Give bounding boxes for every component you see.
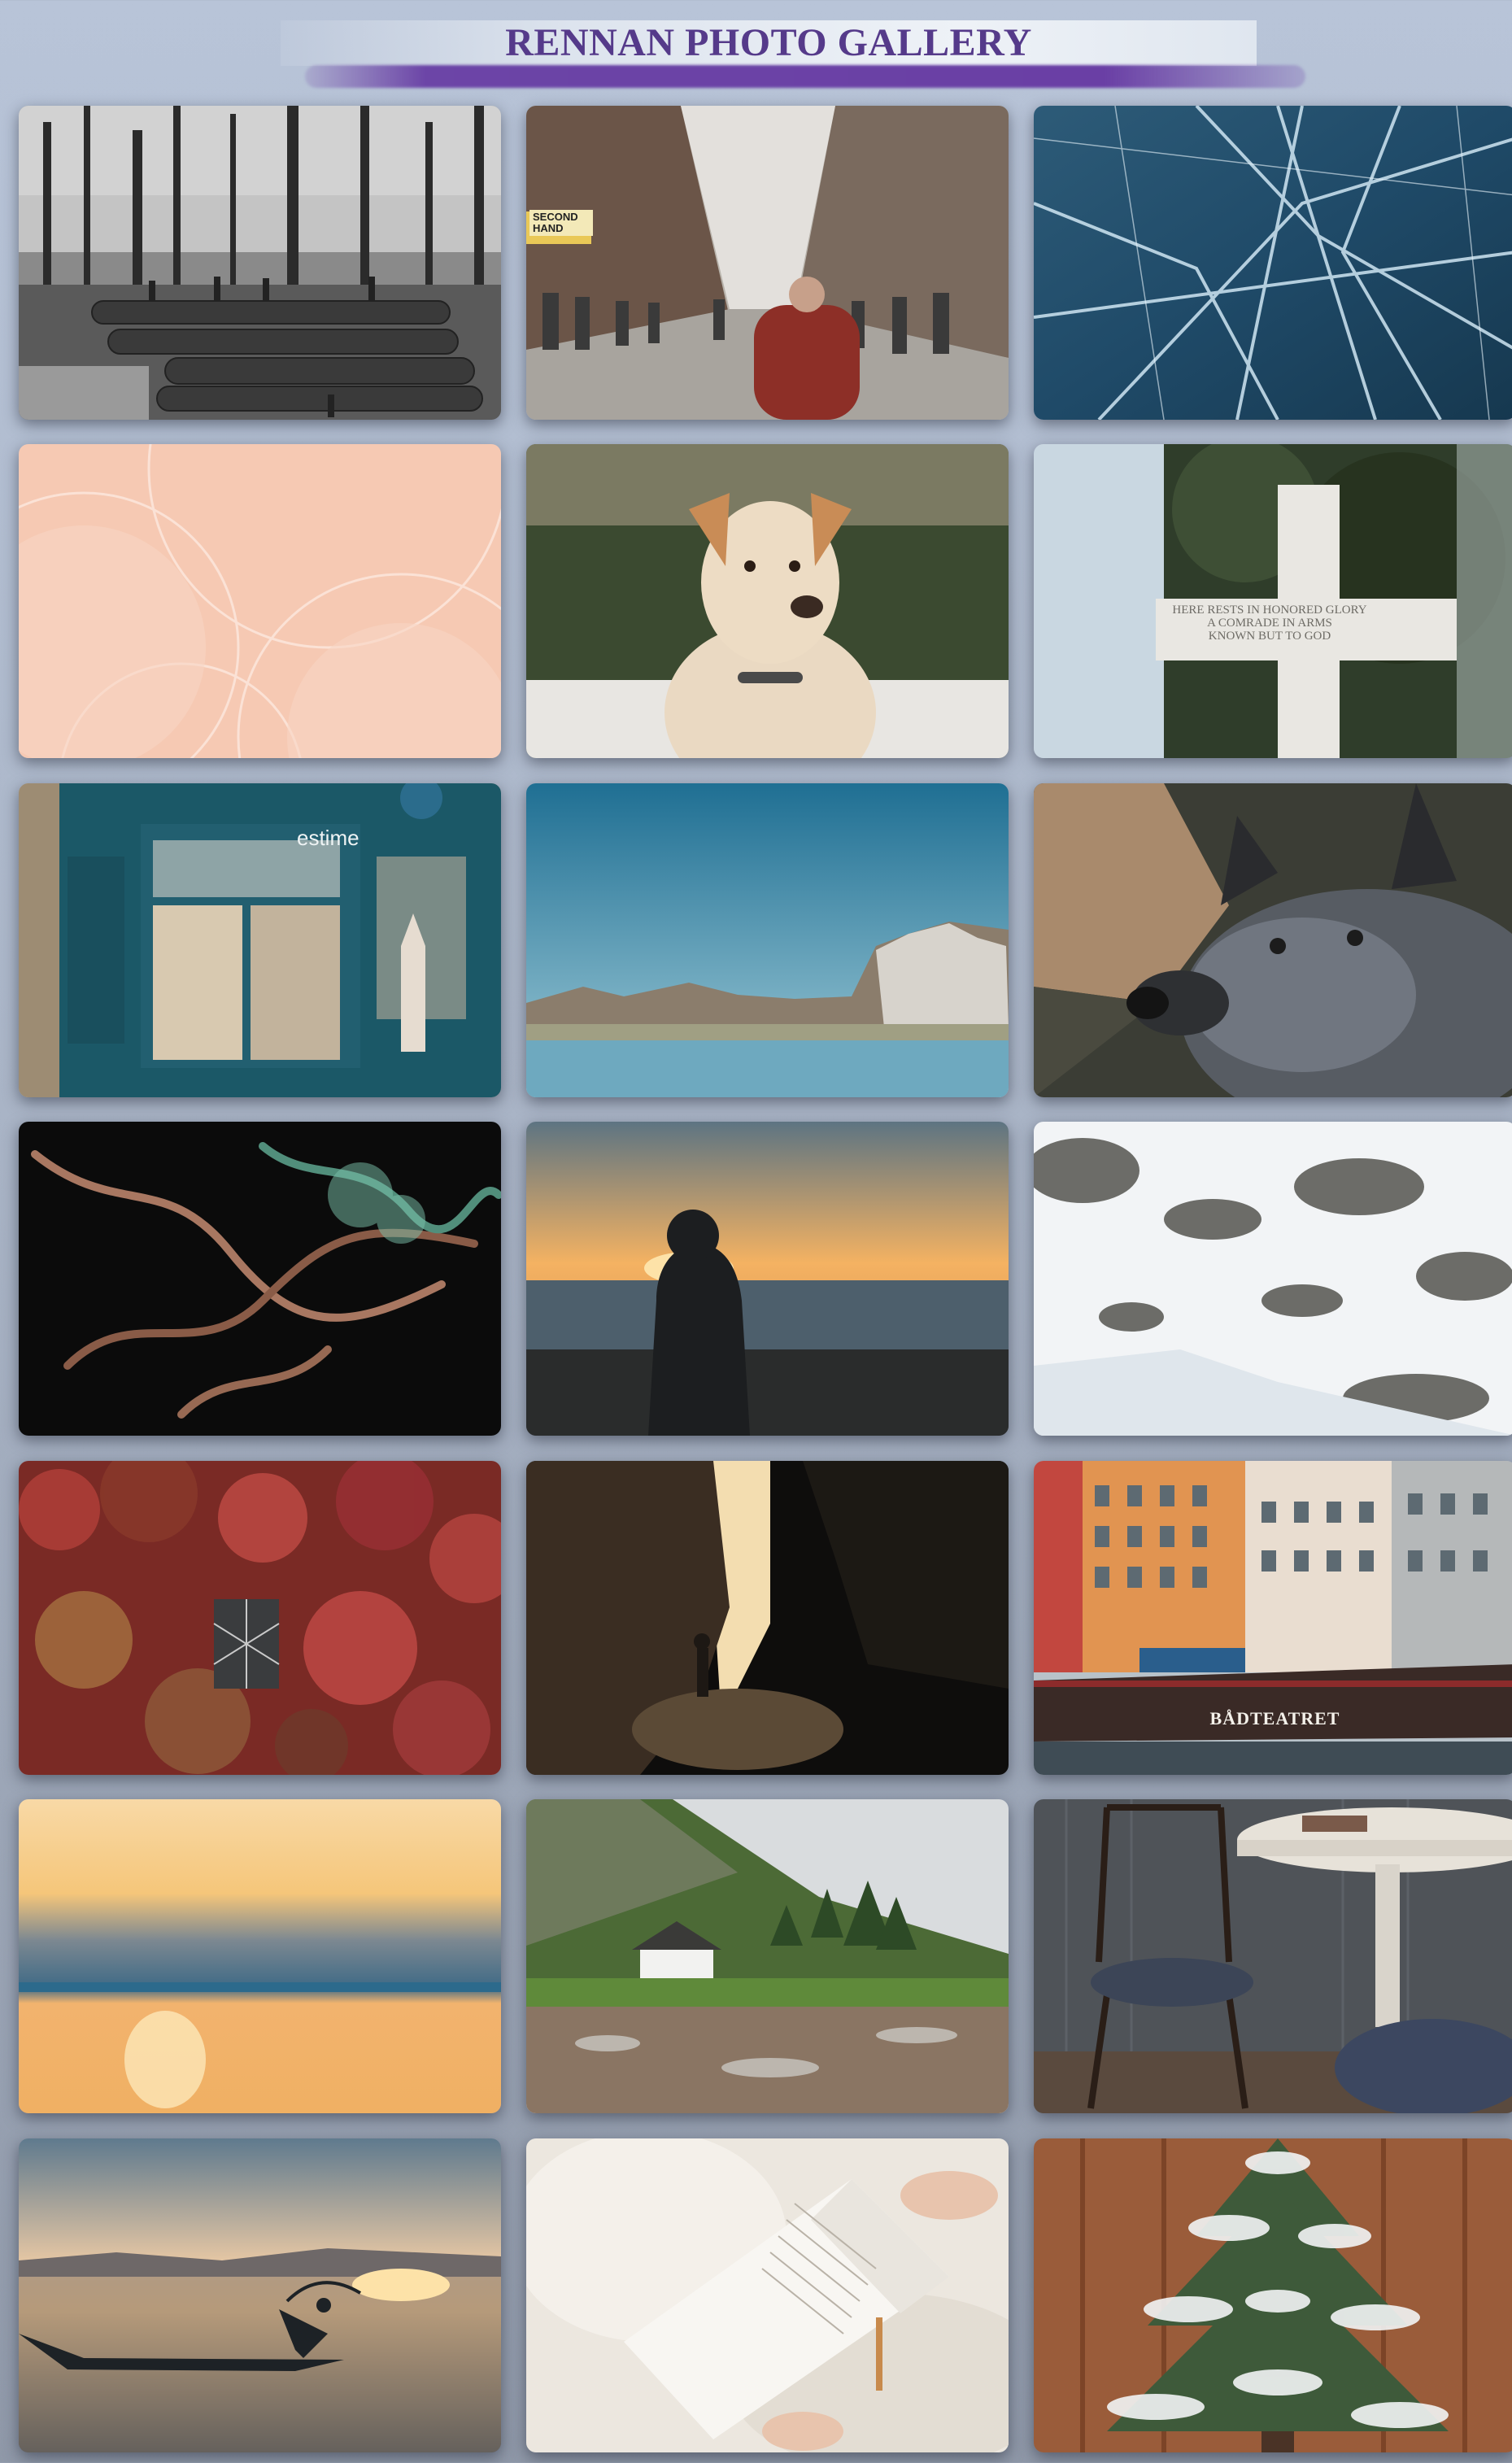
harbor-boat-photo[interactable]: BÅDTEATRET bbox=[1034, 1461, 1512, 1775]
city-street-photo[interactable]: SECOND HAND bbox=[526, 106, 1009, 420]
fisherman-sunset-photo[interactable] bbox=[19, 2138, 501, 2452]
inscription-line: HERE RESTS IN HONORED GLORY bbox=[1172, 604, 1367, 617]
teal-cafe-photo[interactable]: estime bbox=[19, 783, 501, 1097]
shop-sign: SECOND HAND bbox=[529, 210, 593, 236]
memorial-cross-photo[interactable]: HERE RESTS IN HONORED GLORY A COMRADE IN… bbox=[1034, 444, 1512, 758]
mountain-lake-photo[interactable] bbox=[526, 783, 1009, 1097]
peach-abstract-photo[interactable] bbox=[19, 444, 501, 758]
snowy-mountain-photo[interactable] bbox=[1034, 1122, 1512, 1436]
cattle-dog-photo[interactable] bbox=[1034, 783, 1512, 1097]
cross-inscription: HERE RESTS IN HONORED GLORY A COMRADE IN… bbox=[1156, 604, 1383, 643]
ocean-sunrise-photo[interactable] bbox=[19, 1799, 501, 2113]
chair-table-photo[interactable] bbox=[1034, 1799, 1512, 2113]
snowy-pine-photo[interactable] bbox=[1034, 2138, 1512, 2452]
sea-cave-photo[interactable] bbox=[526, 1461, 1009, 1775]
frozen-ice-photo[interactable] bbox=[1034, 106, 1512, 420]
terrier-dog-photo[interactable] bbox=[526, 444, 1009, 758]
boat-name: BÅDTEATRET bbox=[1209, 1708, 1340, 1728]
abstract-smoke-photo[interactable] bbox=[19, 1122, 501, 1436]
sunset-silhouette-photo[interactable] bbox=[526, 1122, 1009, 1436]
inscription-line: A COMRADE IN ARMS bbox=[1207, 617, 1332, 630]
photo-grid: SECOND HAND HERE RESTS IN HONORED GLORY … bbox=[0, 0, 1512, 2463]
cafe-sign: estime bbox=[297, 826, 359, 850]
reading-book-photo[interactable] bbox=[526, 2138, 1009, 2452]
inscription-line: KNOWN BUT TO GOD bbox=[1208, 630, 1331, 643]
logging-camp-photo[interactable] bbox=[19, 106, 501, 420]
highland-cottage-photo[interactable] bbox=[526, 1799, 1009, 2113]
red-ivy-photo[interactable] bbox=[19, 1461, 501, 1775]
